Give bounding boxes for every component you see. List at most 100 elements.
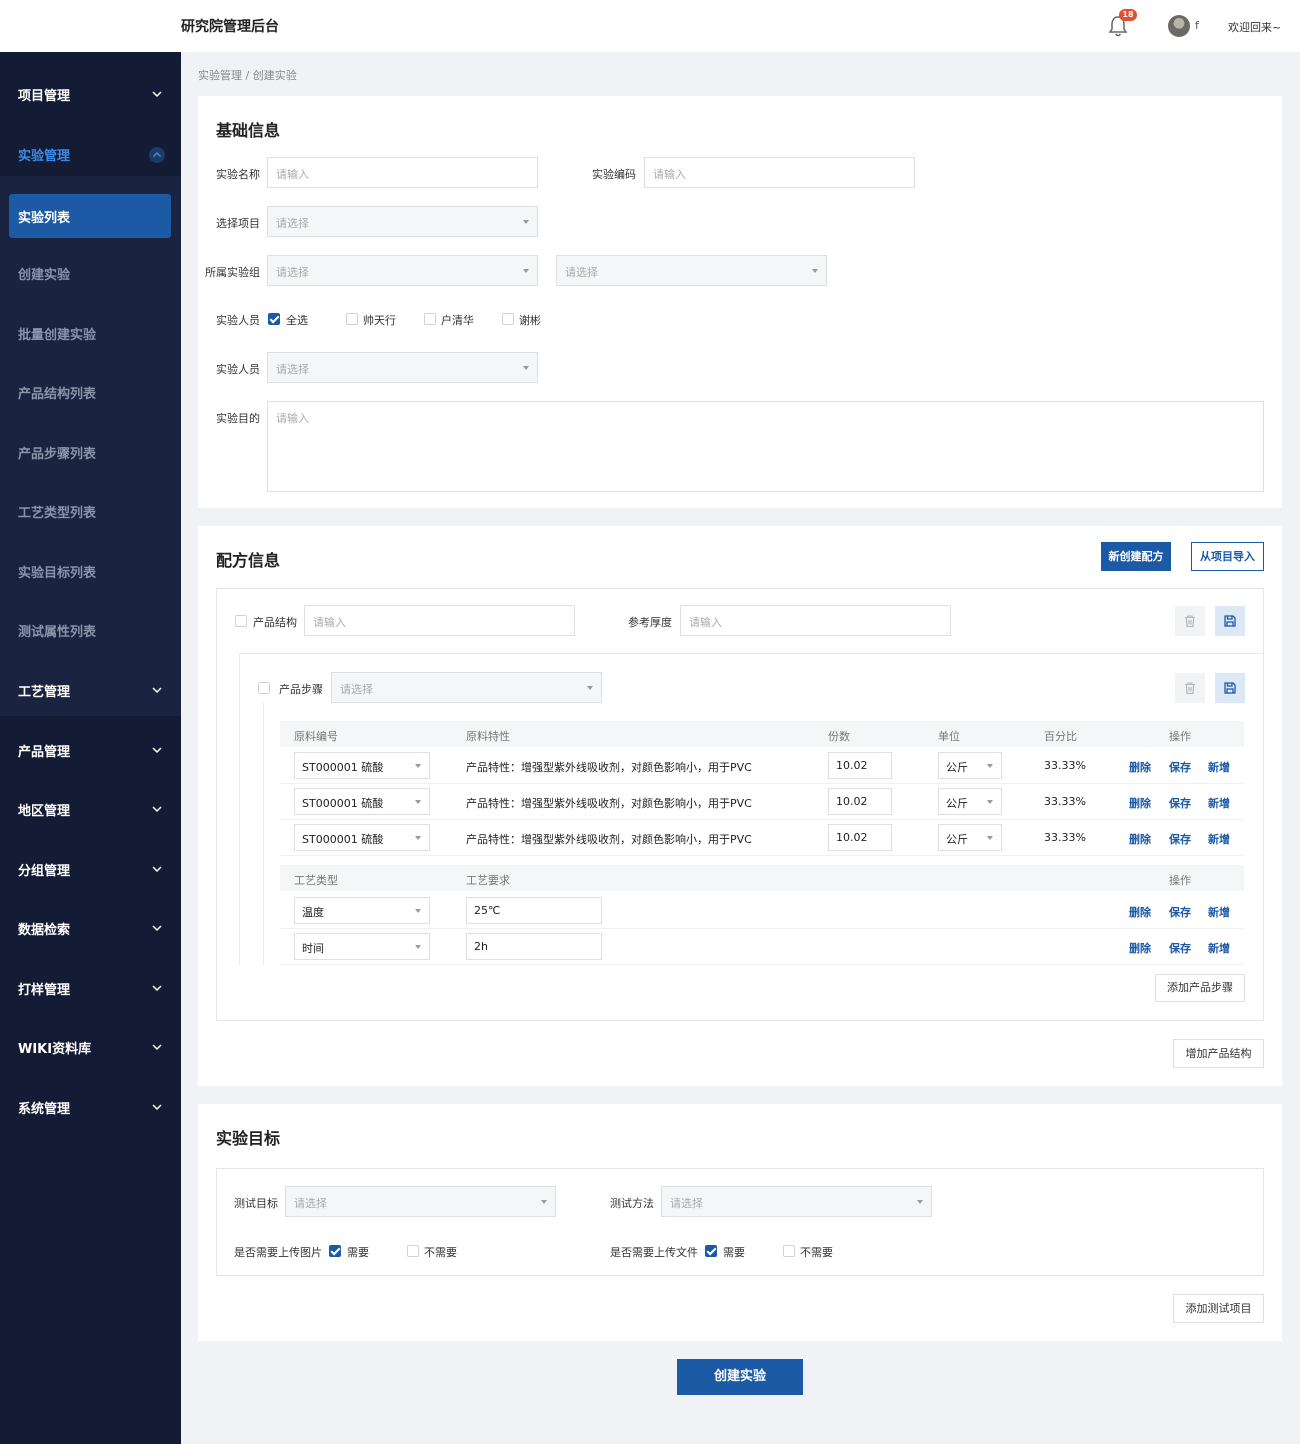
upload-image-no-need-checkbox[interactable] xyxy=(407,1245,419,1257)
caret-down-icon xyxy=(415,909,421,913)
experiment-target-card: 实验目标 测试目标 请选择 测试方法 请选择 是否需要上传图片 需要 不需要 是… xyxy=(198,1104,1282,1341)
sidebar-group-sampling[interactable]: 打样管理 xyxy=(0,958,181,1018)
process-requirement-input[interactable]: 25℃ xyxy=(466,897,602,924)
chevron-down-icon xyxy=(152,1044,162,1051)
sidebar-item-product-step[interactable]: 产品步骤列表 xyxy=(0,430,181,474)
sidebar-item-create-experiment[interactable]: 创建实验 xyxy=(0,251,181,295)
save-link[interactable]: 保存 xyxy=(1169,831,1191,847)
staff-option-label: 帅天行 xyxy=(363,314,396,327)
add-link[interactable]: 新增 xyxy=(1208,795,1230,811)
unit-select[interactable]: 公斤 xyxy=(938,788,1002,815)
staff-option-label: 谢彬 xyxy=(519,314,541,327)
sidebar-group-project[interactable]: 项目管理 xyxy=(0,64,181,124)
add-link[interactable]: 新增 xyxy=(1208,831,1230,847)
welcome-text[interactable]: 欢迎回来~ xyxy=(1228,19,1281,35)
no-need-label: 不需要 xyxy=(800,1246,833,1259)
staff-select-all-checkbox[interactable] xyxy=(268,313,280,325)
experiment-name-input[interactable]: 请输入 xyxy=(267,157,538,188)
sidebar-item-test-attribute[interactable]: 测试属性列表 xyxy=(0,608,181,652)
import-from-project-button[interactable]: 从项目导入 xyxy=(1191,542,1264,571)
upload-image-need-checkbox[interactable] xyxy=(329,1245,341,1257)
sidebar-group-grouping[interactable]: 分组管理 xyxy=(0,839,181,899)
purpose-textarea[interactable]: 请输入 xyxy=(267,401,1264,492)
experiment-code-input[interactable]: 请输入 xyxy=(644,157,915,188)
caret-down-icon xyxy=(987,764,993,768)
sidebar-group-experiment[interactable]: 实验管理 xyxy=(0,124,181,184)
upload-file-no-need-checkbox[interactable] xyxy=(783,1245,795,1257)
add-link[interactable]: 新增 xyxy=(1208,759,1230,775)
sidebar-group-wiki[interactable]: WIKI资料库 xyxy=(0,1017,181,1077)
delete-link[interactable]: 删除 xyxy=(1129,904,1151,920)
material-code-select[interactable]: ST000001 硫酸 xyxy=(294,752,430,779)
upload-file-need-checkbox[interactable] xyxy=(705,1245,717,1257)
unit-select[interactable]: 公斤 xyxy=(938,824,1002,851)
chevron-down-icon xyxy=(152,925,162,932)
product-step-select[interactable]: 请选择 xyxy=(331,672,602,703)
step-save-button[interactable] xyxy=(1215,673,1245,703)
breadcrumb[interactable]: 实验管理 / 创建实验 xyxy=(198,67,297,83)
parts-input[interactable]: 10.02 xyxy=(828,752,892,779)
process-requirement-input[interactable]: 2h xyxy=(466,933,602,960)
save-icon xyxy=(1224,682,1236,694)
basic-info-title: 基础信息 xyxy=(216,121,281,140)
add-product-step-button[interactable]: 添加产品步骤 xyxy=(1155,974,1245,1002)
sidebar-group-process[interactable]: 工艺管理 xyxy=(0,660,181,720)
material-code-select[interactable]: ST000001 硫酸 xyxy=(294,788,430,815)
sidebar-group-label: 地区管理 xyxy=(18,803,71,819)
sidebar-item-product-structure[interactable]: 产品结构列表 xyxy=(0,370,181,414)
test-method-select[interactable]: 请选择 xyxy=(661,1186,932,1217)
experiment-group-select-1[interactable]: 请选择 xyxy=(267,255,538,286)
avatar[interactable] xyxy=(1168,15,1190,37)
unit-select[interactable]: 公斤 xyxy=(938,752,1002,779)
process-type-select[interactable]: 时间 xyxy=(294,933,430,960)
sidebar-item-process-type[interactable]: 工艺类型列表 xyxy=(0,489,181,533)
staff-checkbox-2[interactable] xyxy=(424,313,436,325)
product-step-checkbox[interactable] xyxy=(258,682,270,694)
add-link[interactable]: 新增 xyxy=(1208,904,1230,920)
caret-down-icon xyxy=(987,800,993,804)
process-type-select[interactable]: 温度 xyxy=(294,897,430,924)
structure-save-button[interactable] xyxy=(1215,606,1245,636)
sidebar-group-data-search[interactable]: 数据检索 xyxy=(0,898,181,958)
no-need-label: 不需要 xyxy=(424,1246,457,1259)
project-select[interactable]: 请选择 xyxy=(267,206,538,237)
create-experiment-button[interactable]: 创建实验 xyxy=(677,1359,803,1395)
staff-select-label: 实验人员 xyxy=(216,363,260,376)
delete-link[interactable]: 删除 xyxy=(1129,759,1151,775)
material-feature: 产品特性：增强型紫外线吸收剂，对颜色影响小，用于PVC xyxy=(466,797,752,810)
step-delete-button[interactable] xyxy=(1175,673,1205,703)
caret-down-icon xyxy=(415,800,421,804)
delete-link[interactable]: 删除 xyxy=(1129,795,1151,811)
thickness-input[interactable]: 请输入 xyxy=(680,605,951,636)
sidebar-group-region[interactable]: 地区管理 xyxy=(0,779,181,839)
add-product-structure-button[interactable]: 增加产品结构 xyxy=(1173,1039,1264,1068)
sidebar-item-experiment-list[interactable]: 实验列表 xyxy=(9,194,171,238)
structure-delete-button[interactable] xyxy=(1175,606,1205,636)
material-code-select[interactable]: ST000001 硫酸 xyxy=(294,824,430,851)
save-link[interactable]: 保存 xyxy=(1169,904,1191,920)
staff-select[interactable]: 请选择 xyxy=(267,352,538,383)
staff-checkbox-3[interactable] xyxy=(502,313,514,325)
save-link[interactable]: 保存 xyxy=(1169,795,1191,811)
process-table-header: 工艺类型 工艺要求 操作 xyxy=(280,865,1244,891)
save-link[interactable]: 保存 xyxy=(1169,940,1191,956)
experiment-group-placeholder: 请选择 xyxy=(276,266,309,279)
staff-checkbox-1[interactable] xyxy=(346,313,358,325)
experiment-target-title: 实验目标 xyxy=(216,1129,281,1148)
delete-link[interactable]: 删除 xyxy=(1129,940,1151,956)
new-formula-button[interactable]: 新创建配方 xyxy=(1101,542,1171,571)
add-test-item-button[interactable]: 添加测试项目 xyxy=(1173,1294,1264,1323)
sidebar-item-experiment-target[interactable]: 实验目标列表 xyxy=(0,549,181,593)
experiment-group-select-2[interactable]: 请选择 xyxy=(556,255,827,286)
parts-input[interactable]: 10.02 xyxy=(828,824,892,851)
product-structure-input[interactable]: 请输入 xyxy=(304,605,575,636)
add-link[interactable]: 新增 xyxy=(1208,940,1230,956)
delete-link[interactable]: 删除 xyxy=(1129,831,1151,847)
sidebar-group-product[interactable]: 产品管理 xyxy=(0,720,181,780)
sidebar-item-batch-create[interactable]: 批量创建实验 xyxy=(0,311,181,355)
product-structure-checkbox[interactable] xyxy=(235,615,247,627)
parts-input[interactable]: 10.02 xyxy=(828,788,892,815)
test-target-select[interactable]: 请选择 xyxy=(285,1186,556,1217)
save-link[interactable]: 保存 xyxy=(1169,759,1191,775)
sidebar-group-system[interactable]: 系统管理 xyxy=(0,1077,181,1137)
